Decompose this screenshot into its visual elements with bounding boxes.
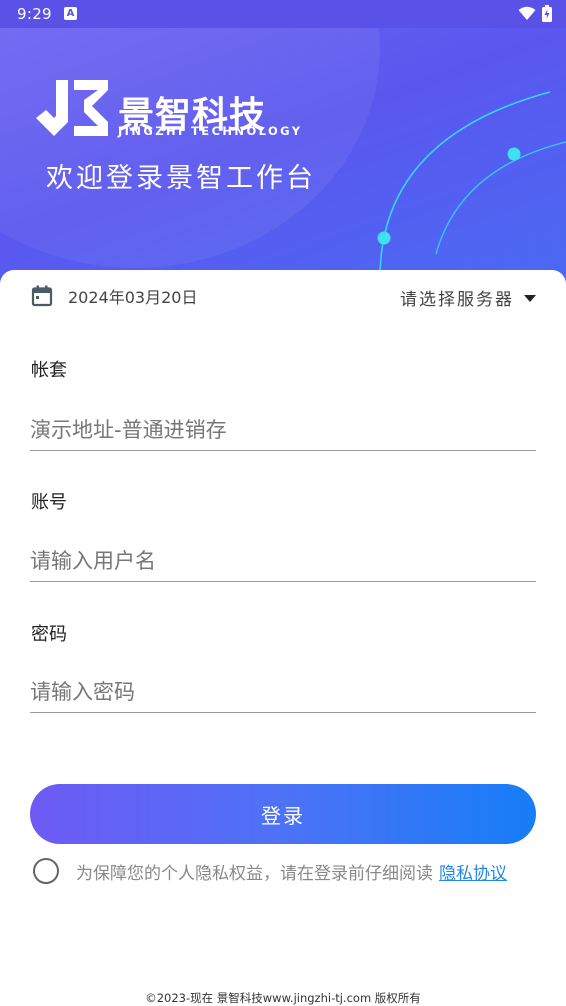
decorative-arcs	[377, 91, 566, 279]
calendar-icon	[31, 285, 53, 307]
status-indicators	[518, 5, 552, 22]
privacy-consent-radio[interactable]	[33, 858, 59, 884]
date-value: 2024年03月20日	[68, 288, 198, 307]
jingzhi-logo-icon	[36, 80, 108, 136]
status-bar: 9:29 A	[0, 0, 566, 28]
caret-down-icon	[524, 295, 536, 302]
password-input[interactable]	[30, 672, 536, 713]
wifi-icon	[518, 6, 536, 20]
date-picker[interactable]: 2024年03月20日	[30, 284, 197, 308]
header-banner: 景智科技 JINGZHI TECHNOLOGY 欢迎登录景智工作台	[0, 28, 566, 290]
privacy-text: 为保障您的个人隐私权益，请在登录前仔细阅读	[76, 863, 433, 884]
header-decoration	[0, 28, 380, 268]
login-button[interactable]: 登录	[30, 784, 536, 844]
login-card: 2024年03月20日 请选择服务器 帐套 账号 密码 登录 为保障您的个人隐私…	[0, 270, 566, 1006]
battery-icon	[542, 5, 552, 22]
privacy-agreement-row: 为保障您的个人隐私权益，请在登录前仔细阅读 隐私协议	[33, 858, 507, 884]
copyright-footer: ©2023-现在 景智科技www.jingzhi-tj.com 版权所有	[145, 991, 421, 1005]
privacy-policy-link[interactable]: 隐私协议	[439, 859, 507, 884]
password-label: 密码	[31, 624, 67, 645]
notification-a-icon: A	[64, 7, 77, 20]
account-set-label: 帐套	[31, 360, 67, 381]
welcome-title: 欢迎登录景智工作台	[46, 163, 316, 194]
status-time: 9:29	[17, 5, 52, 23]
username-label: 账号	[31, 492, 67, 513]
username-input[interactable]	[30, 541, 536, 582]
account-set-input[interactable]	[30, 410, 536, 451]
brand-subtitle: JINGZHI TECHNOLOGY	[118, 124, 303, 138]
server-select-label: 请选择服务器	[400, 290, 514, 310]
server-select[interactable]: 请选择服务器	[400, 285, 536, 310]
